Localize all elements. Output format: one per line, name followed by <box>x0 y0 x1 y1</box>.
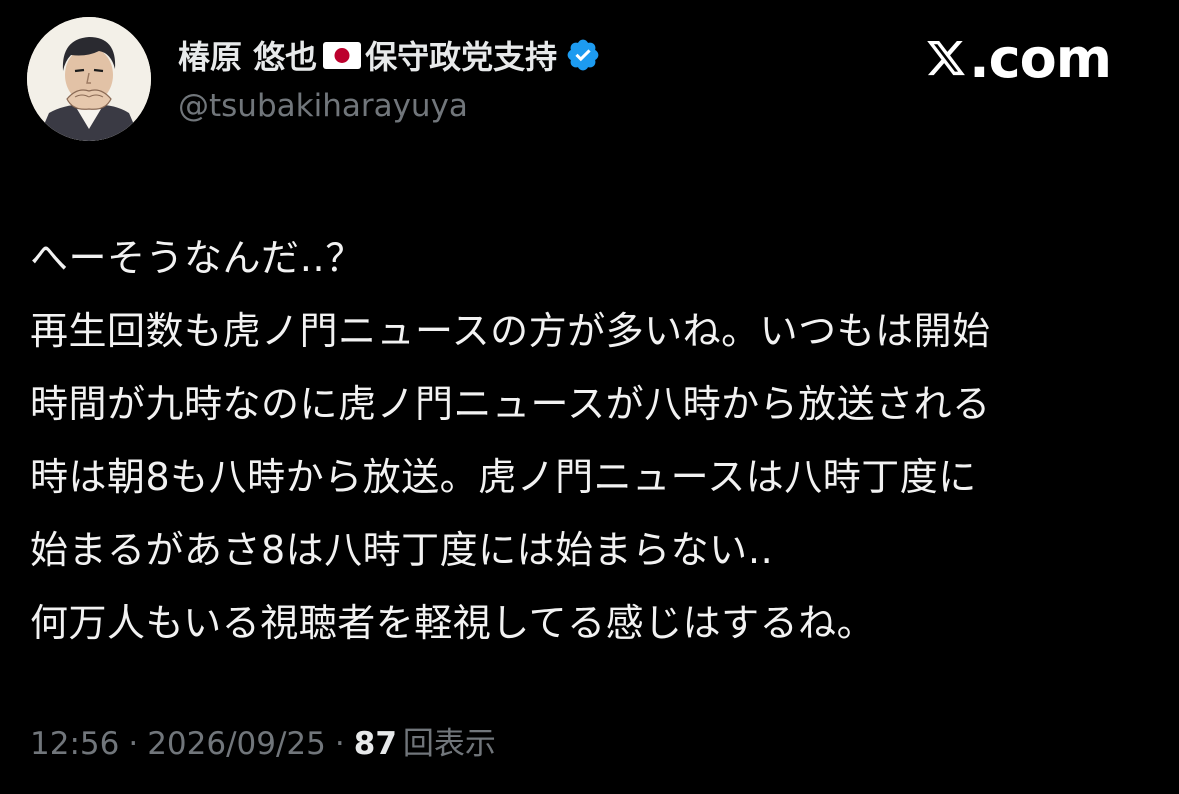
tweet-text: へーそうなんだ‥？ 再生回数も虎ノ門ニュースの方が多いね。いつもは開始 時間が九… <box>30 222 1160 660</box>
tweet-line: 再生回数も虎ノ門ニュースの方が多いね。いつもは開始 <box>30 309 991 353</box>
tweet-line: へーそうなんだ‥？ <box>30 236 364 280</box>
meta-separator: · <box>128 726 139 762</box>
japan-flag-icon <box>323 41 362 69</box>
tweet-meta: 12:56 · 2026/09/25 · 87 回表示 <box>30 718 496 763</box>
x-logo-icon <box>927 40 966 76</box>
x-com-watermark: .com <box>925 27 1112 90</box>
tweet-line: 始まるがあさ8は八時丁度には始まらない‥ <box>30 528 774 572</box>
verified-badge-icon[interactable] <box>565 37 601 73</box>
avatar-illustrated-man-icon <box>27 17 151 141</box>
tweet-time[interactable]: 12:56 <box>30 726 119 762</box>
tweet-line: 時は朝8も八時から放送。虎ノ門ニュースは八時丁度に <box>30 455 977 499</box>
tweet-line: 何万人もいる視聴者を軽視してる感じはするね。 <box>30 601 876 645</box>
views-label: 回表示 <box>402 726 496 762</box>
display-name-suffix: 保守政党支持 <box>365 38 558 76</box>
x-com-label: .com <box>969 26 1112 90</box>
avatar[interactable] <box>27 17 151 141</box>
meta-separator: · <box>334 726 345 762</box>
display-name[interactable]: 椿原 悠也 保守政党支持 <box>178 32 601 78</box>
tweet-date[interactable]: 2026/09/25 <box>147 726 326 762</box>
display-name-text: 椿原 悠也 <box>178 38 318 76</box>
user-handle[interactable]: @tsubakiharayuya <box>178 88 468 124</box>
views-count: 87 <box>353 726 397 762</box>
tweet-line: 時間が九時なのに虎ノ門ニュースが八時から放送される <box>30 382 991 426</box>
